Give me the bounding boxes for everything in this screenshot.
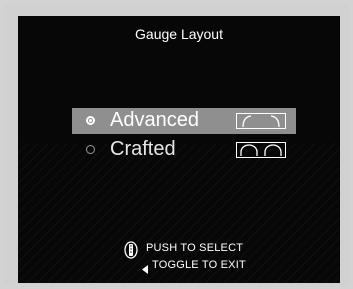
- crafted-gauge-preview-icon: [236, 142, 286, 158]
- left-arrow-icon: [142, 261, 149, 279]
- radio-selected-icon: [86, 116, 95, 125]
- option-crafted[interactable]: Crafted: [72, 137, 296, 163]
- screen-title: Gauge Layout: [135, 26, 223, 42]
- option-crafted-label: Crafted: [110, 138, 176, 160]
- option-advanced-label: Advanced: [110, 109, 199, 131]
- toggle-to-exit-hint: TOGGLE TO EXIT: [152, 259, 246, 271]
- gauge-layout-screen: Gauge Layout Advanced Crafted PUSH TO SE…: [18, 16, 340, 283]
- selector-wheel-icon: [124, 241, 138, 264]
- advanced-gauge-preview-icon: [236, 113, 286, 129]
- display-frame: Gauge Layout Advanced Crafted PUSH TO SE…: [4, 4, 349, 285]
- push-to-select-hint: PUSH TO SELECT: [146, 242, 244, 254]
- option-advanced[interactable]: Advanced: [72, 108, 296, 134]
- radio-unselected-icon: [86, 145, 95, 154]
